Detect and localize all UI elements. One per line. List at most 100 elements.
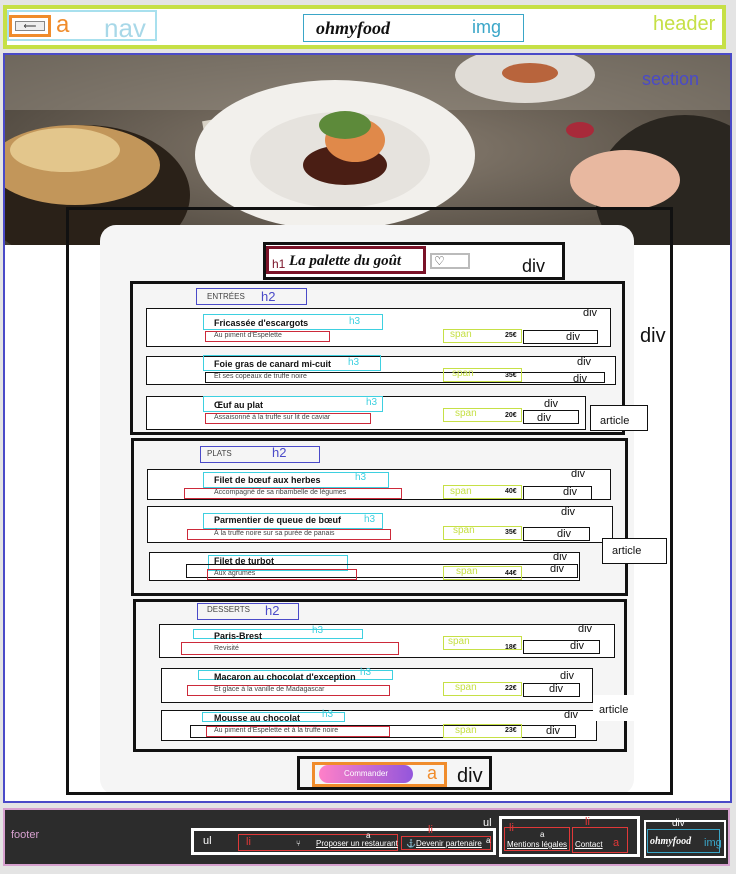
price-div [523,486,592,500]
div-tag: div [549,683,564,695]
dish-name: Filet de bœuf aux herbes [214,475,321,485]
fork-icon: ⑂ [296,839,301,848]
h3-tag: h3 [322,709,334,720]
nav-tag: nav [104,13,146,43]
footer-tag: footer [11,829,40,841]
dish-price: 25€ [505,332,517,339]
section-tag: section [642,69,700,89]
header-tag: header [653,13,716,35]
dish-price: 22€ [505,685,517,692]
back-arrow-icon: ⟵ [15,21,45,31]
footer-link-legal[interactable]: Mentions légales [507,840,567,849]
order-div-tag: div [457,765,483,787]
back-link[interactable]: ⟵ [9,15,51,37]
dish-price: 23€ [505,727,517,734]
price-div [523,640,600,654]
order-link-tag: a [427,763,438,783]
h1-tag: h1 [272,257,286,271]
dish-name: Macaron au chocolat d'exception [214,672,356,682]
footer-link-propose[interactable]: Proposer un restaurant [316,839,398,848]
li-tag: li [585,816,590,828]
div-tag: div [672,818,685,829]
dish-name: Fricassée d'escargots [214,318,309,328]
h3-tag: h3 [349,316,361,327]
a-tag: a [613,837,620,849]
span-tag: span [455,408,477,419]
dish-desc: Au piment d'Espelette [214,332,282,339]
article-tag-box: article [593,695,641,721]
span-tag: span [448,636,470,647]
title-div-tag: div [522,256,546,276]
dish-desc: Au piment d'Espelette et à la truffe noi… [214,727,339,734]
ul-tag: ul [483,817,492,829]
price-div [523,330,598,344]
dish-name: Foie gras de canard mi-cuit [214,359,332,369]
dish-desc: Et glace à la vanille de Madagascar [214,686,325,693]
div-tag: div [583,307,598,319]
div-tag: div [561,506,576,518]
ul-tag: ul [203,835,212,847]
li-tag: li [246,836,251,848]
div-tag: div [550,563,565,575]
article-tag-box: article [590,405,648,431]
div-tag: div [578,623,593,635]
h2-tag: h2 [272,445,287,460]
dish-name: Paris-Brest [214,631,263,641]
div-tag: div [573,373,588,385]
section-heading-text: PLATS [207,449,232,458]
div-tag: div [570,640,585,652]
article-tag: article [599,704,629,716]
li-tag: li [509,822,514,834]
restaurant-name: La palette du goût [266,246,426,274]
dish-desc: Et ses copeaux de truffe noire [214,373,307,380]
restaurant-name-text: La palette du goût [289,253,402,269]
div-tag: div [564,709,579,721]
h3-tag: h3 [360,667,372,678]
dish-desc: Revisité [214,645,239,652]
favorite-button[interactable]: ♡ [430,253,470,269]
div-tag: div [566,331,581,343]
div-tag: div [563,486,578,498]
dish-name: Mousse au chocolat [214,713,301,723]
order-button[interactable]: Commander [319,765,413,783]
h3-tag: h3 [355,472,367,483]
h3-tag: h3 [348,357,360,368]
dish-desc: Assaisonné à la truffe sur lit de caviar [214,414,331,421]
article-tag: article [612,545,642,557]
div-tag: div [557,528,572,540]
h3-tag: h3 [364,514,376,525]
menu-wrapper-tag: div [640,325,666,347]
div-tag: div [577,356,592,368]
h3-tag: h3 [366,397,378,408]
li-tag: li [428,824,433,836]
dish-desc: Aux agrumes [214,570,256,577]
dish-price: 40€ [505,488,517,495]
span-tag: span [455,725,477,736]
dish-price: 20€ [505,412,517,419]
span-tag: span [452,368,474,379]
dish-desc: Accompagné de sa ribambelle de légumes [214,489,347,496]
img-tag: img [704,837,722,849]
dish-name: Œuf au plat [214,400,263,410]
a-tag: a [540,830,545,839]
a-tag: a [486,836,491,845]
span-tag: span [450,329,472,340]
span-tag: span [450,486,472,497]
dish-price: 18€ [505,644,517,651]
div-tag: div [537,412,552,424]
div-tag: div [560,670,575,682]
h3-tag: h3 [312,625,324,636]
article-tag-box: article [602,538,667,564]
div-tag: div [553,551,568,563]
div-tag: div [546,725,561,737]
div-tag: div [544,398,559,410]
section-heading-text: DESSERTS [207,605,250,614]
article-tag: article [600,415,630,427]
footer-link-contact[interactable]: Contact [575,840,603,849]
dish-price: 35€ [505,529,517,536]
section-heading-text: ENTRÉES [207,292,245,301]
img-tag: img [472,17,502,37]
partner-icon: ⚓ [406,839,416,848]
dish-name: Parmentier de queue de bœuf [214,515,342,525]
footer-link-partner[interactable]: Devenir partenaire [416,839,482,848]
